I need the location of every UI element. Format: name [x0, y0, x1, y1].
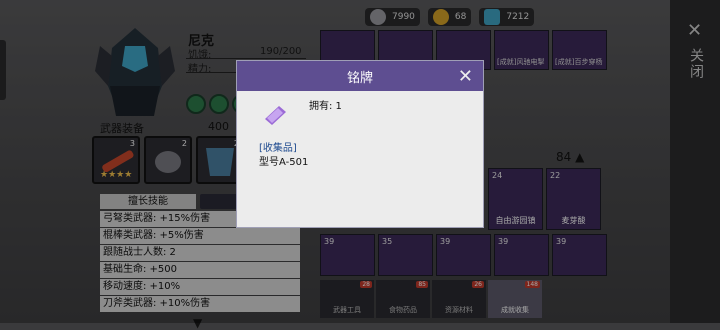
- nameplate-icon: [265, 106, 286, 125]
- item-model: 型号A-501: [259, 157, 309, 168]
- dialog-title: 铭牌: [346, 70, 373, 86]
- dialog-close-icon[interactable]: ✕: [458, 66, 473, 87]
- item-category: [收集品]: [259, 143, 297, 154]
- owned-count: 拥有: 1: [309, 101, 342, 112]
- item-dialog: 铭牌 ✕ 拥有: 1 [收集品] 型号A-501: [236, 60, 484, 228]
- dialog-header: 铭牌 ✕: [237, 61, 483, 91]
